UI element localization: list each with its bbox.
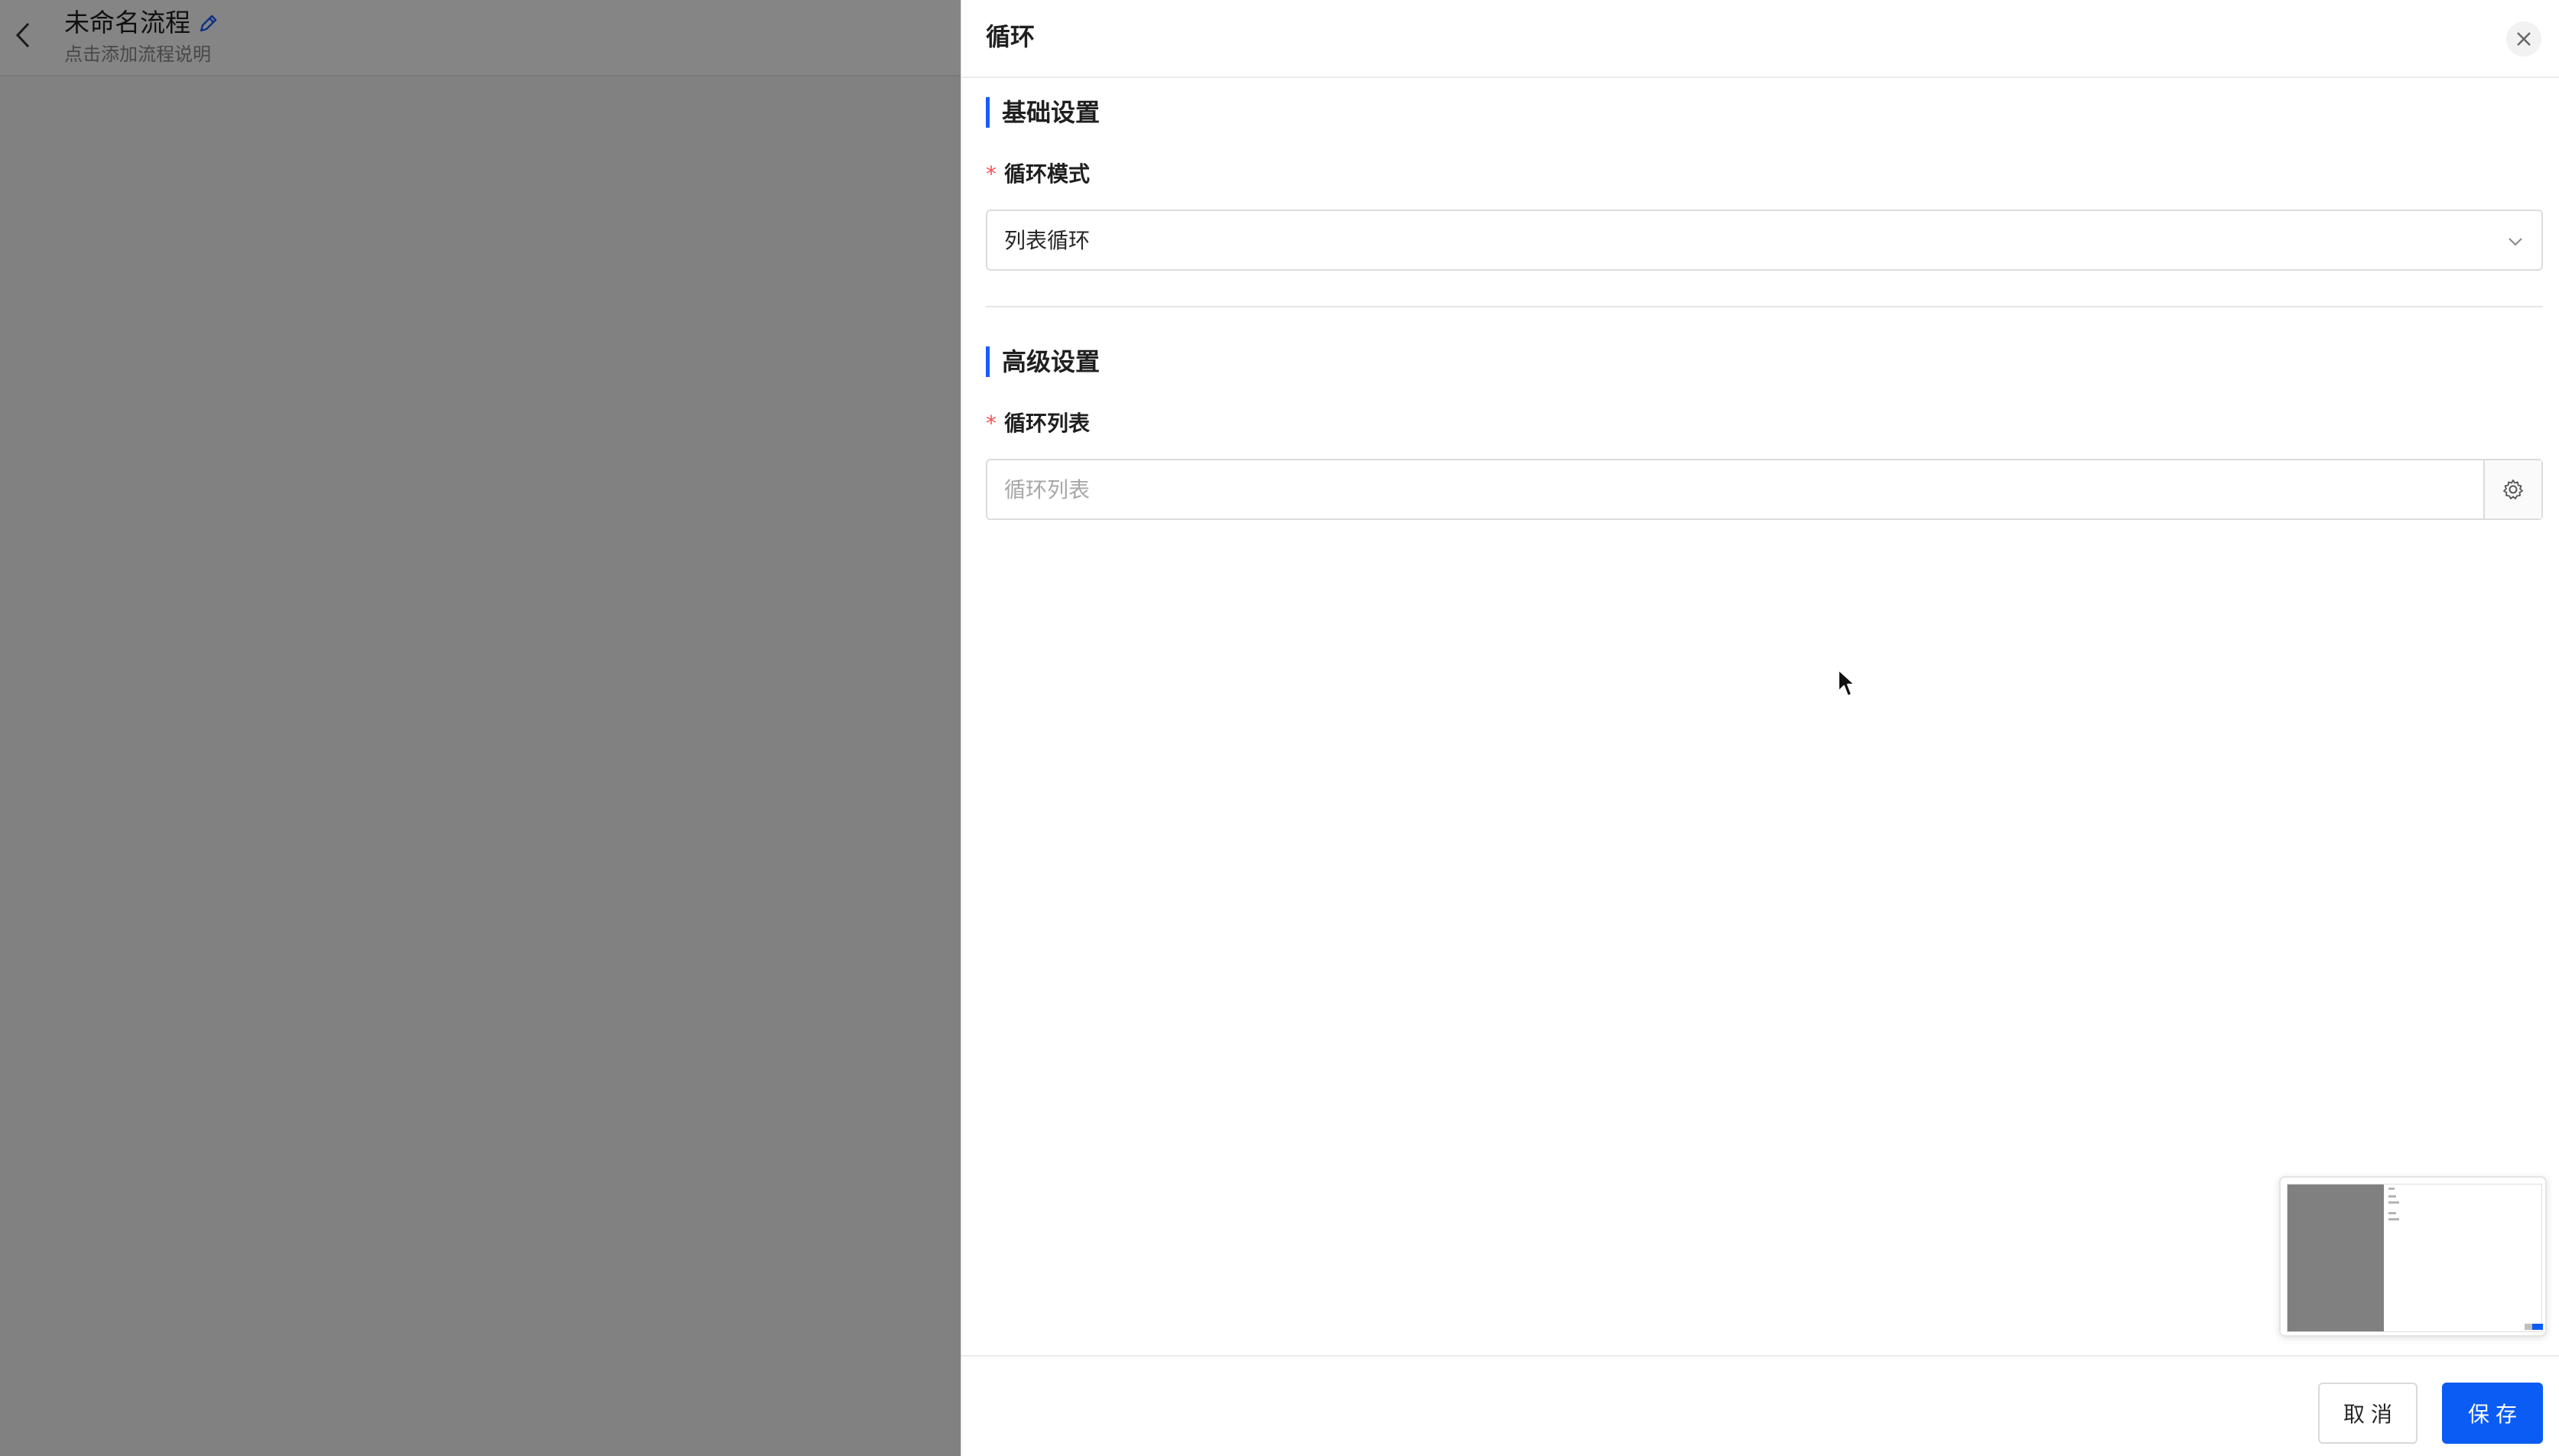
loop-mode-value: 列表循环 <box>1004 228 1091 253</box>
drawer-footer: 取消 保存 <box>961 1355 2559 1456</box>
cancel-button[interactable]: 取消 <box>2318 1383 2418 1444</box>
minimap-mask-area <box>2287 1185 2384 1331</box>
chevron-down-icon <box>2509 238 2522 246</box>
minimap-line <box>2388 1218 2399 1220</box>
loop-list-field <box>986 459 2543 520</box>
loop-list-input[interactable] <box>987 460 2483 518</box>
gear-icon <box>2503 479 2523 499</box>
drawer-title: 循环 <box>986 22 1036 51</box>
minimap-line <box>2388 1212 2396 1214</box>
drawer-mask[interactable] <box>0 0 961 1456</box>
required-mark: * <box>986 411 997 436</box>
loop-mode-select[interactable]: 列表循环 <box>986 210 2543 271</box>
minimap-viewport <box>2287 1184 2543 1332</box>
minimap-button <box>2532 1324 2543 1330</box>
close-icon <box>2517 32 2531 46</box>
basic-settings-title: 基础设置 <box>986 97 1100 128</box>
minimap-line <box>2388 1195 2396 1198</box>
advanced-settings-title: 高级设置 <box>986 346 1100 377</box>
close-button[interactable] <box>2506 21 2541 57</box>
page: 未命名流程 点击添加流程说明 循环 基础设置 * 循环模式 列表循环 高级设置 … <box>0 0 2559 1456</box>
section-divider <box>986 306 2543 307</box>
drawer-header: 循环 <box>961 0 2559 78</box>
mouse-pointer-icon <box>1838 669 1855 697</box>
loop-mode-label: * 循环模式 <box>986 159 1090 190</box>
loop-list-label: * 循环列表 <box>986 408 1090 439</box>
required-mark: * <box>986 161 997 187</box>
loop-list-settings-button[interactable] <box>2483 460 2541 518</box>
save-button[interactable]: 保存 <box>2442 1383 2543 1444</box>
loop-list-label-text: 循环列表 <box>1004 411 1091 436</box>
loop-mode-label-text: 循环模式 <box>1004 161 1091 187</box>
minimap-line <box>2388 1188 2395 1190</box>
minimap[interactable] <box>2279 1176 2547 1337</box>
minimap-line <box>2388 1201 2399 1204</box>
